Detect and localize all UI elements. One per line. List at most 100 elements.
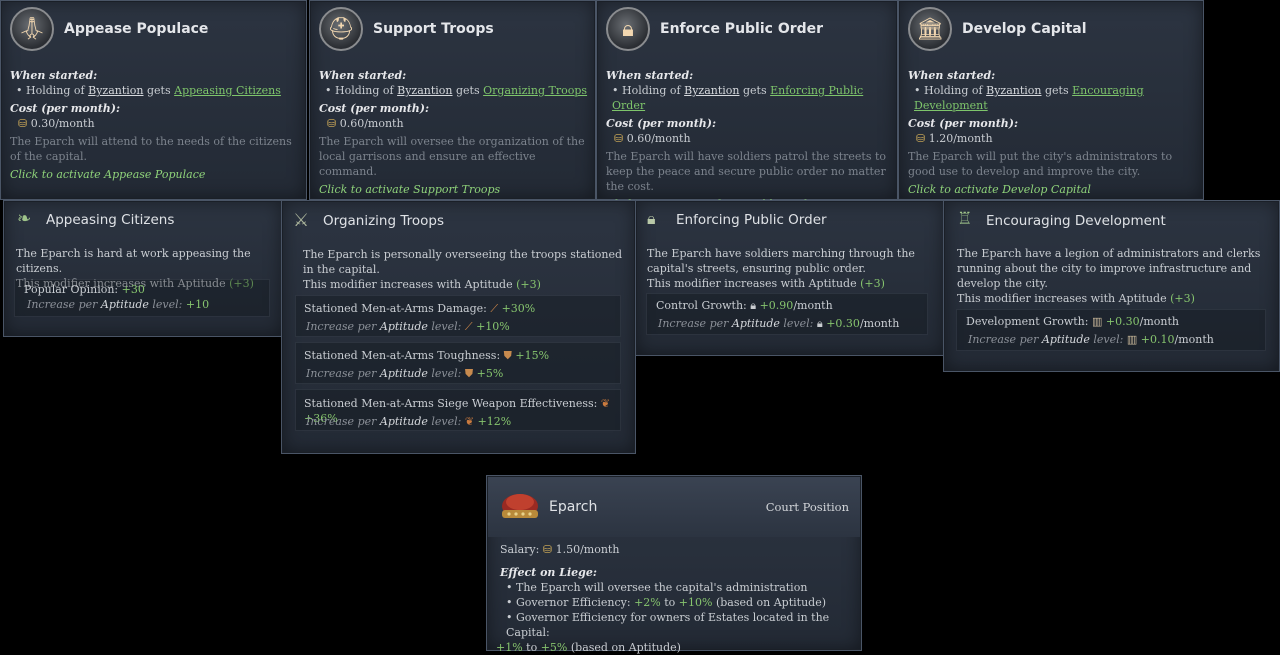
- bullet-value: +2%: [634, 596, 661, 609]
- inc-attr: Aptitude: [379, 367, 428, 380]
- salary-value: 1.50/month: [555, 543, 620, 556]
- holding-link[interactable]: Byzantion: [986, 84, 1041, 97]
- siege-icon: ❦: [600, 397, 611, 410]
- cost-line: ⛁ 0.60/month: [319, 116, 588, 131]
- gets-text: gets: [743, 84, 767, 97]
- effect-bullet: • The Eparch will oversee the capital's …: [506, 581, 808, 594]
- effect-box: Stationed Men-at-Arms Siege Weapon Effec…: [295, 389, 621, 431]
- modifier-link[interactable]: Appeasing Citizens: [174, 84, 281, 97]
- inc-level: level:: [1093, 333, 1124, 346]
- inc-attr: Aptitude: [1041, 333, 1090, 346]
- activity-title: Support Troops: [373, 21, 494, 37]
- inc-level: level:: [431, 415, 462, 428]
- salary-label: Salary:: [500, 543, 540, 556]
- holding-prefix: • Holding of: [612, 84, 681, 97]
- effect-value: +15%: [515, 349, 550, 362]
- cost-value: 0.30/month: [30, 117, 95, 130]
- activity-panel[interactable]: 🏛︎ Develop Capital When started: • Holdi…: [898, 0, 1204, 200]
- building-icon: ▥: [1091, 315, 1103, 328]
- effect-bullet: • Governor Efficiency: +2% to +10% (base…: [500, 595, 855, 610]
- inc-level: level:: [431, 320, 462, 333]
- cost-line: ⛁ 1.20/month: [908, 131, 1196, 146]
- modifier-title: Appeasing Citizens: [46, 212, 175, 228]
- activity-title: Appease Populace: [64, 21, 209, 37]
- inc-value: +0.30: [826, 317, 860, 330]
- inc-value: +5%: [476, 367, 504, 380]
- activity-panel[interactable]: 🙏︎ Appease Populace When started: • Hold…: [0, 0, 307, 200]
- activity-panel[interactable]: 🔒︎ Enforce Public Order When started: • …: [596, 0, 898, 211]
- effect-unit: /month: [1139, 315, 1179, 328]
- inc-label: Increase per: [306, 415, 377, 428]
- effect-box: Popular Opinion: +30 Increase per Aptitu…: [14, 279, 270, 317]
- padlock-icon: 🔒︎: [750, 299, 757, 312]
- cost-value: 0.60/month: [339, 117, 404, 130]
- effect-box: Stationed Men-at-Arms Damage: ⟋ +30% Inc…: [295, 295, 621, 337]
- scale-value: (+3): [516, 278, 541, 291]
- cost-label: Cost (per month):: [606, 117, 717, 130]
- effect-label: Stationed Men-at-Arms Siege Weapon Effec…: [304, 397, 598, 410]
- effect-label: Stationed Men-at-Arms Damage:: [304, 302, 487, 315]
- inc-attr: Aptitude: [731, 317, 780, 330]
- holding-link[interactable]: Byzantion: [684, 84, 739, 97]
- activate-prompt[interactable]: Click to activate Appease Populace: [10, 167, 299, 182]
- activate-prompt[interactable]: Click to activate Support Troops: [319, 182, 588, 197]
- effect-value: +30: [121, 283, 145, 296]
- inc-attr: Aptitude: [379, 415, 428, 428]
- inc-label: Increase per: [27, 298, 98, 311]
- holding-link[interactable]: Byzantion: [88, 84, 143, 97]
- gold-icon: ⛁: [542, 543, 553, 556]
- activity-desc: The Eparch will have soldiers patrol the…: [606, 150, 887, 193]
- gold-icon: ⛁: [916, 132, 926, 145]
- praying-hands-icon: 🙏︎: [10, 7, 54, 51]
- bullet-text: • Governor Efficiency:: [506, 596, 631, 609]
- effect-label: Control Growth:: [656, 299, 747, 312]
- effect-bullet-cont: +1% to +5% (based on Aptitude): [496, 640, 855, 655]
- scale-value: (+3): [860, 277, 885, 290]
- crossed-swords-icon: ⚔: [293, 210, 310, 231]
- inc-label: Increase per: [306, 320, 377, 333]
- bullet-value: +10%: [678, 596, 713, 609]
- cost-line: ⛁ 0.30/month: [10, 116, 299, 131]
- inc-label: Increase per: [658, 317, 729, 330]
- cost-label: Cost (per month):: [10, 102, 121, 115]
- modifier-desc: The Eparch is hard at work appeasing the…: [16, 247, 251, 275]
- effect-box: Control Growth: 🔒︎ +0.90/month Increase …: [646, 293, 928, 335]
- effect-unit: /month: [793, 299, 833, 312]
- shield-icon: ⛊: [464, 367, 474, 380]
- holding-line: • Holding of Byzantion gets Organizing T…: [319, 83, 588, 98]
- building-icon: 🏛︎: [908, 7, 952, 51]
- bullet-value: +5%: [540, 641, 568, 654]
- inc-value: +10%: [476, 320, 510, 333]
- scale-text: This modifier increases with Aptitude: [303, 278, 513, 291]
- inc-unit: /month: [1174, 333, 1214, 346]
- effect-value: +30%: [501, 302, 536, 315]
- activity-desc: The Eparch will attend to the needs of t…: [10, 135, 292, 163]
- modifier-title: Encouraging Development: [986, 213, 1166, 229]
- activate-prompt[interactable]: Click to activate Develop Capital: [908, 182, 1196, 197]
- gold-icon: ⛁: [327, 117, 337, 130]
- holding-line: • Holding of Byzantion gets Encouraging …: [908, 83, 1196, 113]
- leaf-icon: ❧: [17, 209, 32, 229]
- scale-value: (+3): [1170, 292, 1195, 305]
- holding-prefix: • Holding of: [325, 84, 394, 97]
- padlock-icon: 🔒︎: [647, 209, 656, 228]
- effect-label: Popular Opinion:: [24, 283, 119, 296]
- sword-icon: ⟋: [490, 302, 499, 315]
- scale-text: This modifier increases with Aptitude: [647, 277, 857, 290]
- activity-desc: The Eparch will oversee the organization…: [319, 135, 585, 178]
- when-started-label: When started:: [319, 69, 407, 82]
- activity-panel[interactable]: ⛑︎ Support Troops When started: • Holdin…: [309, 0, 596, 200]
- activity-title: Enforce Public Order: [660, 21, 824, 37]
- modifier-title: Enforcing Public Order: [676, 212, 827, 228]
- inc-label: Increase per: [968, 333, 1039, 346]
- modifier-desc: The Eparch have soldiers marching throug…: [647, 247, 915, 275]
- gets-text: gets: [1045, 84, 1069, 97]
- modifier-link[interactable]: Organizing Troops: [483, 84, 587, 97]
- gold-icon: ⛁: [614, 132, 624, 145]
- helmet-icon: ⛑︎: [319, 7, 363, 51]
- holding-link[interactable]: Byzantion: [397, 84, 452, 97]
- inc-label: Increase per: [306, 367, 377, 380]
- when-started-label: When started:: [908, 69, 996, 82]
- gets-text: gets: [456, 84, 480, 97]
- cost-line: ⛁ 0.60/month: [606, 131, 890, 146]
